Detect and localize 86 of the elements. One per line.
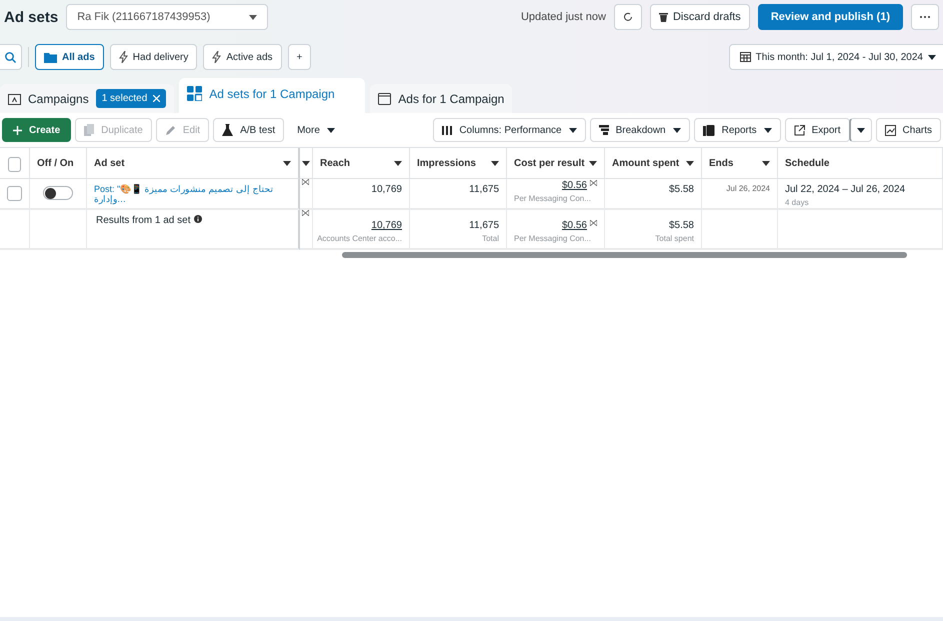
compare-icon: [590, 220, 597, 226]
column-header[interactable]: Ends: [702, 148, 778, 179]
caret-icon: [326, 128, 335, 132]
close-icon: [153, 95, 160, 102]
caret-icon: [764, 128, 772, 132]
flask-icon: [222, 124, 234, 136]
folder-icon: [44, 52, 57, 62]
filter-button[interactable]: All ads: [35, 44, 104, 70]
columns-icon: [442, 126, 452, 134]
export-icon: [794, 124, 805, 136]
checkbox[interactable]: [7, 186, 22, 201]
info-icon: [194, 215, 202, 223]
tab[interactable]: Campaigns 1 selected: [0, 84, 174, 113]
results-summary: Results from 1 ad set: [95, 215, 190, 226]
lightning-icon: [212, 51, 222, 63]
compare-icon: [302, 210, 309, 216]
column-header[interactable]: Ad set: [87, 148, 300, 179]
compare-icon: [590, 180, 597, 186]
pencil-icon: [164, 124, 176, 136]
refresh-icon: [622, 12, 633, 22]
plus-icon: [13, 126, 22, 134]
reach-value: 10,769: [371, 184, 402, 195]
toolbar-button[interactable]: Columns: Performance: [433, 118, 586, 142]
lightning-icon: [118, 51, 128, 63]
dropdown-toggle[interactable]: [848, 118, 872, 142]
add-filter-button[interactable]: +: [288, 44, 312, 70]
toolbar-button[interactable]: Breakdown: [590, 118, 690, 142]
caret-icon: [249, 14, 258, 20]
cost-note: Per Messaging Con...: [514, 234, 591, 243]
impressions-total: 11,675: [469, 220, 499, 231]
refresh-button[interactable]: [614, 4, 642, 30]
search-icon: [5, 52, 16, 62]
filter-button[interactable]: Had delivery: [110, 44, 198, 70]
caret-icon: [856, 128, 865, 132]
column-header[interactable]: Impressions: [410, 148, 507, 179]
column-header[interactable]: Amount spent: [605, 148, 702, 179]
toolbar-button[interactable]: Export: [784, 118, 850, 142]
amount-note: Total spent: [655, 234, 694, 243]
caret-icon: [672, 128, 681, 132]
account-dropdown[interactable]: Ra Fik (211667187439953): [66, 4, 268, 30]
update-status: Updated just now: [520, 11, 606, 23]
toolbar-button[interactable]: Create: [2, 118, 72, 142]
folder-icon: [8, 92, 21, 104]
checkbox[interactable]: [8, 156, 21, 172]
filter-button[interactable]: Active ads: [203, 44, 282, 70]
reach-total[interactable]: 10,769: [371, 220, 402, 231]
column-header[interactable]: Cost per result: [507, 148, 605, 179]
compare-icon: [302, 179, 309, 185]
cost-value[interactable]: $0.56: [562, 180, 587, 191]
amount-total: $5.58: [668, 220, 694, 231]
selection-badge[interactable]: 1 selected: [96, 89, 166, 108]
toolbar-button[interactable]: A/B test: [213, 118, 284, 142]
column-header[interactable]: Off / On: [30, 148, 87, 179]
column-header[interactable]: Schedule: [778, 148, 943, 179]
trash-icon: [658, 12, 668, 22]
cost-note: Per Messaging Con...: [514, 194, 591, 203]
impressions-value: 11,675: [469, 184, 499, 195]
schedule-duration: 4 days: [785, 198, 809, 207]
cost-total[interactable]: $0.56: [562, 220, 587, 231]
grid-icon: [187, 86, 202, 101]
caret-icon: [928, 54, 936, 60]
page-title: Ad sets: [4, 8, 58, 26]
review-publish-button[interactable]: Review and publish (1): [758, 4, 903, 30]
column-header[interactable]: Reach: [313, 148, 410, 179]
date-range-dropdown[interactable]: This month: Jul 1, 2024 - Jul 30, 2024: [728, 44, 943, 70]
impressions-note: Total: [482, 234, 499, 243]
reach-note: Accounts Center acco...: [317, 234, 402, 243]
toggle-switch[interactable]: [43, 186, 73, 200]
line-chart-icon: [884, 124, 896, 136]
search-button[interactable]: [0, 44, 22, 70]
end-date: Jul 26, 2024: [726, 184, 770, 193]
horizontal-scrollbar[interactable]: [342, 252, 907, 258]
schedule-range: Jul 22, 2024 – Jul 26, 2024: [785, 184, 906, 195]
amount-value: $5.58: [668, 184, 694, 195]
calendar-icon: [740, 52, 751, 62]
breakdown-icon: [598, 125, 609, 135]
window-icon: [378, 92, 392, 104]
caret-icon: [568, 128, 577, 132]
tab[interactable]: Ad sets for 1 Campaign: [179, 78, 366, 113]
tab[interactable]: Ads for 1 Campaign: [370, 84, 512, 113]
copy-icon: [84, 124, 94, 136]
ad-set-link[interactable]: Post: "🎨📱 تحتاج إلى تصميم منشورات مميزة وإدارة…: [94, 184, 291, 205]
reports-icon: [702, 124, 715, 136]
toolbar-button[interactable]: Reports: [694, 118, 781, 142]
discard-drafts-button[interactable]: Discard drafts: [650, 4, 750, 30]
toolbar-button[interactable]: Charts: [876, 118, 941, 142]
